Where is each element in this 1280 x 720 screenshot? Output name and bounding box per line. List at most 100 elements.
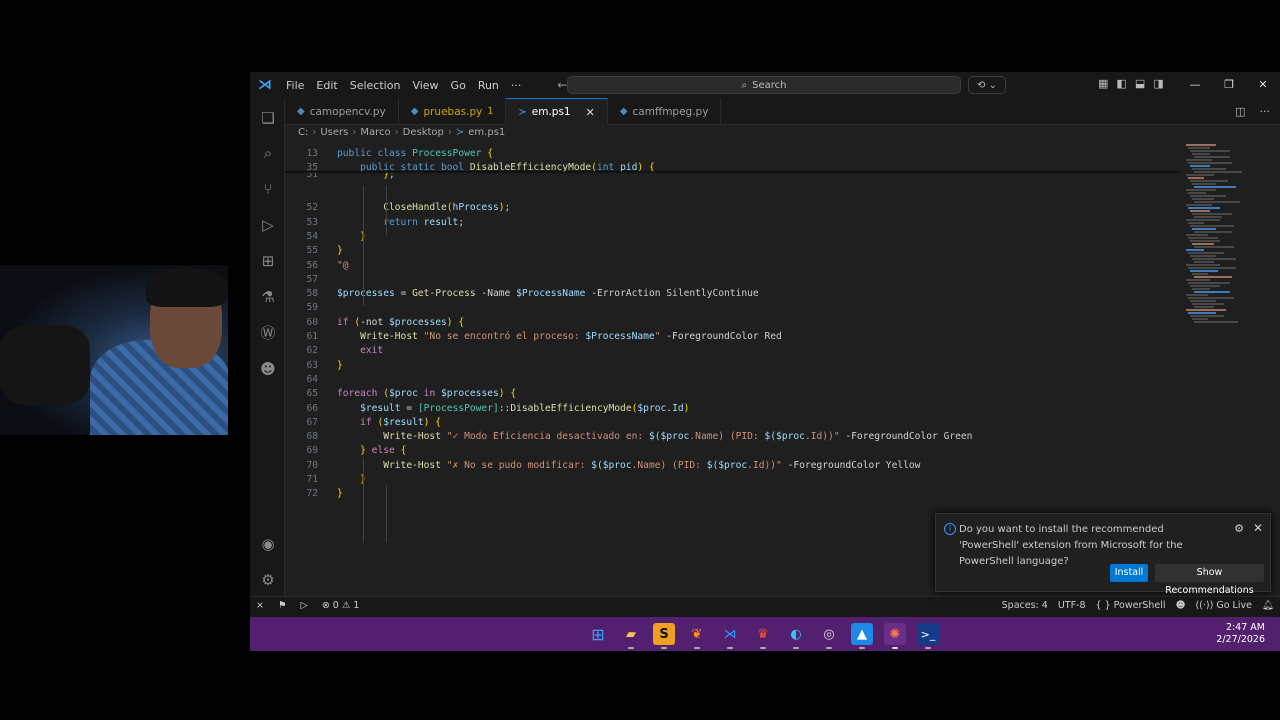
code-line[interactable]: 60 if (-not $processes) { <box>285 316 1180 330</box>
source-control-icon[interactable]: ⑂ <box>257 178 279 200</box>
split-editor-icon[interactable]: ◫ <box>1235 105 1245 118</box>
code-line[interactable]: 62 exit <box>285 344 1180 358</box>
code-line[interactable]: 70 Write-Host "✗ No se pudo modificar: $… <box>285 459 1180 473</box>
tab-1[interactable]: ◆ pruebas.py 1 <box>399 98 507 125</box>
menu-item-6[interactable]: ··· <box>505 79 528 92</box>
powershell-icon[interactable]: >_ <box>917 623 939 649</box>
indentation[interactable]: Spaces: 4 <box>1002 600 1048 611</box>
brave-icon[interactable]: ♛ <box>752 623 774 649</box>
copilot-icon[interactable]: ☻ <box>257 358 279 380</box>
code-line[interactable]: 67 if ($result) { <box>285 416 1180 430</box>
windows-start-icon[interactable]: ⊞ <box>587 623 609 645</box>
breadcrumb-item[interactable]: Marco <box>360 127 390 138</box>
wolfram-icon[interactable]: Ⓦ <box>257 322 279 344</box>
menu-item-4[interactable]: Go <box>445 79 472 92</box>
tab-3[interactable]: ◆ camffmpeg.py <box>608 98 722 125</box>
install-button[interactable]: Install <box>1110 564 1148 582</box>
search-view-icon[interactable]: ⌕ <box>257 142 279 164</box>
code-line[interactable]: 71 } <box>285 473 1180 487</box>
testing-icon[interactable]: ⚗ <box>257 286 279 308</box>
status-bar: ⨯ ⚑ ▷ ⊗ 0 ⚠ 1 Spaces: 4 UTF-8 { } PowerS… <box>250 596 1280 617</box>
search-box[interactable]: ⌕ Search <box>567 76 961 94</box>
vscode-logo-icon: ⋊ <box>258 77 272 93</box>
debug-icon[interactable]: ⚑ <box>278 600 287 611</box>
photos-icon[interactable]: ▲ <box>851 623 873 649</box>
accounts-icon[interactable]: ◉ <box>257 533 279 555</box>
code-line[interactable]: 59 <box>285 301 1180 315</box>
tab-0[interactable]: ◆ camopencv.py <box>285 98 399 125</box>
code-text: exit <box>360 345 384 357</box>
system-clock[interactable]: 2:47 AM 2/27/2026 <box>1216 622 1265 646</box>
editor-actions: ◫ ··· <box>1235 105 1270 118</box>
back-arrow-icon[interactable]: ← <box>557 78 567 92</box>
explorer-icon[interactable]: ❏ <box>257 107 279 129</box>
menu-item-0[interactable]: File <box>280 79 310 92</box>
code-line[interactable]: 52 CloseHandle(hProcess); <box>285 201 1180 215</box>
code-line[interactable]: 58 $processes = Get-Process -Name $Proces… <box>285 287 1180 301</box>
tab-problem-badge: 1 <box>487 106 494 117</box>
show-recommendations-button[interactable]: Show Recommendations <box>1155 564 1264 596</box>
toast-settings-icon[interactable]: ⚙ <box>1234 522 1244 535</box>
sublime-icon[interactable]: S <box>653 623 675 649</box>
menu-item-3[interactable]: View <box>406 79 444 92</box>
code-text: public class ProcessPower { <box>337 148 493 159</box>
code-line[interactable]: 65 foreach ($proc in $processes) { <box>285 387 1180 401</box>
menu-item-1[interactable]: Edit <box>310 79 343 92</box>
customize-layout-icon[interactable]: ▦ <box>1098 77 1108 90</box>
remote-icon[interactable]: ⨯ <box>256 600 264 611</box>
breadcrumb-item[interactable]: Users <box>320 127 348 138</box>
code-line[interactable]: 68 Write-Host "✓ Modo Eficiencia desacti… <box>285 430 1180 444</box>
webcam-overlay <box>0 265 228 435</box>
tab-label: em.ps1 <box>531 106 571 118</box>
run-icon[interactable]: ▷ <box>301 600 308 611</box>
toggle-sidebar-icon[interactable]: ◧ <box>1116 77 1126 90</box>
toast-close-icon[interactable]: ✕ <box>1253 521 1263 535</box>
tab-2[interactable]: ≻ em.ps1 ✕ <box>506 98 608 125</box>
code-line[interactable]: 54 } <box>285 230 1180 244</box>
manage-gear-icon[interactable]: ⚙ <box>257 569 279 591</box>
encoding[interactable]: UTF-8 <box>1058 600 1086 611</box>
breadcrumb-item[interactable]: em.ps1 <box>468 127 505 138</box>
code-text: if ($result) { <box>360 416 442 428</box>
tab-close-icon[interactable]: ✕ <box>586 106 595 119</box>
code-text: } <box>337 245 343 257</box>
minimize-icon[interactable]: — <box>1178 72 1212 98</box>
menu-item-2[interactable]: Selection <box>344 79 407 92</box>
code-line[interactable]: 61 Write-Host "No se encontró el proceso… <box>285 330 1180 344</box>
line-number: 63 <box>306 359 318 371</box>
code-line[interactable]: 63} <box>285 359 1180 373</box>
notifications-bell-icon[interactable]: 🔔︎ <box>1262 600 1274 611</box>
code-line[interactable]: 64 <box>285 373 1180 387</box>
copilot-status-icon[interactable]: ☻ <box>1176 600 1186 611</box>
breadcrumb-item[interactable]: Desktop <box>403 127 444 138</box>
sticky-scroll-line[interactable]: 13 public class ProcessPower { <box>285 147 1180 162</box>
code-line[interactable]: 55} <box>285 244 1180 258</box>
close-window-icon[interactable]: ✕ <box>1246 72 1280 98</box>
more-actions-icon[interactable]: ··· <box>1260 105 1271 118</box>
code-line[interactable]: 69 } else { <box>285 444 1180 458</box>
minimap[interactable] <box>1180 140 1280 330</box>
code-line[interactable]: 56 "@ <box>285 259 1180 273</box>
language-mode[interactable]: { } PowerShell <box>1096 600 1166 611</box>
obs-icon[interactable]: ◎ <box>818 623 840 649</box>
vscode-taskbar-icon[interactable]: ⋊ <box>719 623 741 649</box>
file-explorer-icon[interactable]: ▰ <box>620 623 642 649</box>
restore-icon[interactable]: ❐ <box>1212 72 1246 98</box>
run-debug-icon[interactable]: ▷ <box>257 214 279 236</box>
breadcrumb-item[interactable]: C: <box>298 127 308 138</box>
toggle-panel-icon[interactable]: ⬓ <box>1135 77 1145 90</box>
copilot-button[interactable]: ⟲ ⌄ <box>968 76 1006 94</box>
code-line[interactable]: 72} <box>285 487 1180 501</box>
extensions-icon[interactable]: ⊞ <box>257 250 279 272</box>
code-text: foreach ($proc in $processes) { <box>337 388 517 400</box>
toggle-secondary-sidebar-icon[interactable]: ◨ <box>1153 77 1163 90</box>
active-app-icon[interactable]: ✺ <box>884 623 906 649</box>
edge-icon[interactable]: ◐ <box>785 623 807 649</box>
menu-item-5[interactable]: Run <box>472 79 505 92</box>
go-live[interactable]: ((·)) Go Live <box>1195 600 1251 611</box>
code-line[interactable]: 57 <box>285 273 1180 287</box>
fl-studio-icon[interactable]: ❦ <box>686 623 708 649</box>
code-line[interactable]: 53 return result; <box>285 216 1180 230</box>
problems-indicator[interactable]: ⊗ 0 ⚠ 1 <box>322 600 360 611</box>
code-line[interactable]: 66 $result = [ProcessPower]::DisableEffi… <box>285 402 1180 416</box>
